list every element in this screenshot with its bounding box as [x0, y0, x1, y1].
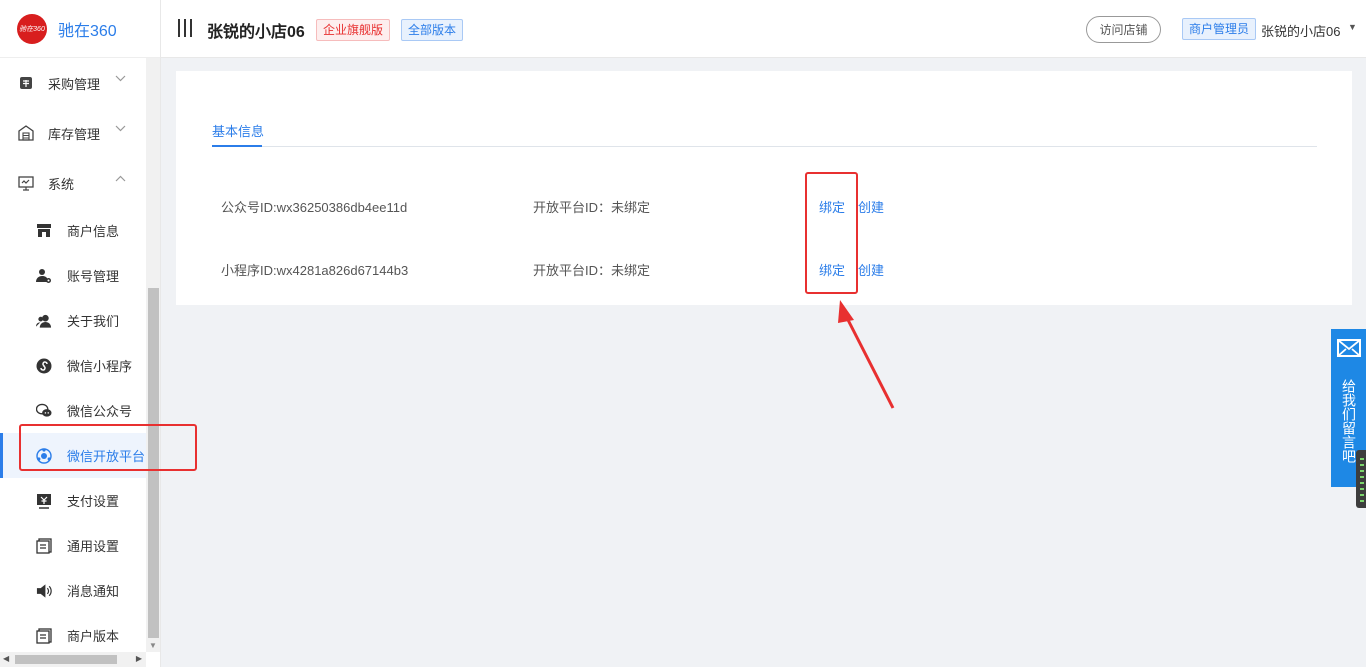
scrollbar-thumb[interactable]: [15, 655, 117, 664]
sidebar-group-label: 库存管理: [48, 126, 101, 142]
basic-info-card: 基本信息 公众号ID:wx36250386db4ee11d 开放平台ID：未绑定…: [176, 71, 1352, 305]
binding-row-miniprogram: 小程序ID:wx4281a826d67144b3 开放平台ID：未绑定 绑定 创…: [176, 260, 1352, 280]
purchase-icon: [18, 75, 34, 91]
feedback-label: 给我们留言吧: [1341, 379, 1357, 463]
wechat-icon: [36, 403, 52, 419]
version-badge: 全部版本: [401, 19, 464, 41]
sidebar-group-label: 采购管理: [48, 76, 101, 92]
sidebar-group-label: 系统: [48, 176, 75, 192]
sidebar-item-label: 商户信息: [67, 224, 120, 239]
miniprogram-icon: [36, 358, 52, 374]
users-icon: [36, 313, 52, 329]
store-icon: [36, 223, 52, 239]
open-platform-id-status: 开放平台ID：未绑定: [533, 200, 651, 215]
speaker-icon: [36, 583, 52, 599]
sidebar-item-label: 关于我们: [67, 314, 120, 329]
visit-store-button[interactable]: 访问店铺: [1086, 16, 1161, 43]
binding-row-official-account: 公众号ID:wx36250386db4ee11d 开放平台ID：未绑定 绑定 创…: [176, 197, 1352, 217]
edition-badge: 企业旗舰版: [316, 19, 391, 41]
scroll-down-arrow-icon[interactable]: ▼: [149, 641, 157, 650]
sidebar-item-label: 商户版本: [67, 629, 120, 644]
miniprogram-id: 小程序ID:wx4281a826d67144b3: [221, 263, 409, 278]
top-header: 张锐的小店06 企业旗舰版 全部版本 访问店铺 商户管理员 张锐的小店06 ▼: [161, 0, 1366, 58]
scroll-left-arrow-icon[interactable]: ◀: [3, 654, 9, 663]
sidebar-group-purchase[interactable]: 采购管理: [0, 58, 146, 108]
sidebar-item-merchant-info[interactable]: 商户信息: [0, 208, 146, 253]
create-link[interactable]: 创建: [858, 197, 884, 216]
highlight-box-bind-links: [805, 172, 858, 294]
scroll-right-arrow-icon[interactable]: ▶: [136, 654, 142, 663]
caret-down-icon[interactable]: ▼: [1348, 22, 1357, 32]
sidebar-item-label: 微信公众号: [67, 404, 133, 419]
sidebar-item-label: 支付设置: [67, 494, 120, 509]
sidebar-item-label: 微信小程序: [67, 359, 133, 374]
sidebar-item-about[interactable]: 关于我们: [0, 298, 146, 343]
sidebar-horizontal-scrollbar[interactable]: ◀ ▶: [0, 652, 146, 667]
side-meter-handle[interactable]: [1356, 450, 1366, 508]
chevron-up-icon: [115, 173, 126, 185]
menu-toggle-icon[interactable]: [178, 19, 192, 37]
sidebar-item-label: 消息通知: [67, 584, 120, 599]
user-menu[interactable]: 张锐的小店06: [1261, 21, 1340, 40]
sidebar-item-notifications[interactable]: 消息通知: [0, 568, 146, 613]
page-title: 张锐的小店06: [207, 24, 305, 41]
chevron-down-icon: [115, 73, 126, 85]
brand-name: 驰在360: [58, 22, 117, 40]
tabs-divider: [212, 146, 1317, 147]
sidebar-item-label: 账号管理: [67, 269, 120, 284]
sidebar-item-miniprogram[interactable]: 微信小程序: [0, 343, 146, 388]
settings-doc-icon: [36, 537, 52, 554]
warehouse-icon: [18, 125, 34, 141]
sidebar-item-payment[interactable]: 支付设置: [0, 478, 146, 523]
user-gear-icon: [36, 268, 52, 284]
sidebar-item-account[interactable]: 账号管理: [0, 253, 146, 298]
tab-basic-info[interactable]: 基本信息: [212, 121, 264, 140]
annotation-arrow-icon: [838, 300, 895, 409]
open-platform-id-status: 开放平台ID：未绑定: [533, 263, 651, 278]
sidebar-item-general-settings[interactable]: 通用设置: [0, 523, 146, 568]
sidebar-item-label: 通用设置: [67, 539, 120, 554]
sidebar-group-system[interactable]: 系统: [0, 158, 146, 208]
logo-icon: 驰在360: [17, 13, 47, 44]
version-doc-icon: [36, 627, 52, 644]
sidebar-menu: 采购管理 库存管理 系统 商户信息 账号管理 关于我们 微信小程序 微信公众号 …: [0, 58, 146, 658]
sidebar-group-inventory[interactable]: 库存管理: [0, 108, 146, 158]
brand-logo[interactable]: 驰在360 驰在360: [0, 0, 160, 58]
chevron-down-icon: [115, 123, 126, 135]
envelope-icon: [1337, 339, 1361, 360]
role-badge: 商户管理员: [1182, 18, 1257, 40]
sidebar-vertical-scrollbar[interactable]: ▼: [146, 58, 160, 652]
tab-active-indicator: [212, 145, 262, 147]
official-account-id: 公众号ID:wx36250386db4ee11d: [221, 200, 408, 215]
highlight-box-sidebar: [19, 424, 197, 471]
sidebar: 驰在360 驰在360 采购管理 库存管理 系统 商户信息 账号管理 关于我们 …: [0, 0, 161, 667]
create-link[interactable]: 创建: [858, 260, 884, 279]
payment-icon: [36, 493, 52, 509]
monitor-icon: [18, 175, 34, 191]
